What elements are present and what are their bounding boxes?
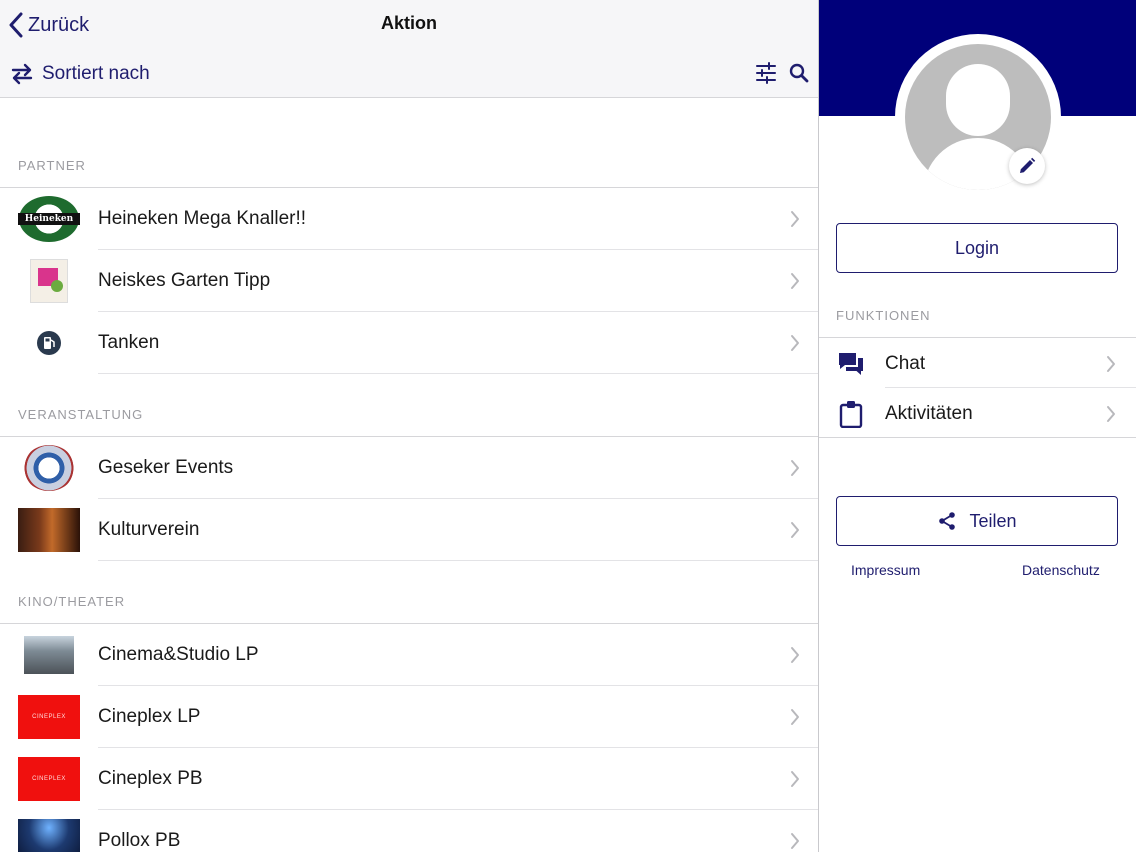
item-label: Cineplex LP — [98, 706, 201, 727]
clipboard-icon — [839, 401, 863, 428]
list-item[interactable]: CINEPLEX Cineplex PB — [0, 748, 818, 810]
chat-icon — [839, 353, 863, 375]
list-item[interactable]: Geseker Events — [0, 437, 818, 499]
list-pane: Zurück Aktion Sortiert nach PARTNER Hein… — [0, 0, 818, 852]
pencil-icon — [1020, 157, 1036, 173]
list-item[interactable]: Heineken Heineken Mega Knaller!! — [0, 188, 818, 250]
profile-sidebar: Login FUNKTIONEN Chat Aktivitäten Teilen… — [819, 0, 1136, 852]
privacy-link[interactable]: Datenschutz — [1022, 562, 1100, 578]
search-icon[interactable] — [787, 61, 811, 85]
section-header-partner: PARTNER — [18, 158, 86, 173]
share-button-label: Teilen — [969, 510, 1017, 531]
divider — [819, 437, 1136, 438]
fuel-pump-icon — [37, 331, 61, 355]
list-item[interactable]: Pollox PB — [0, 810, 818, 852]
sidebar-item-activities[interactable]: Aktivitäten — [819, 388, 1136, 438]
item-label: Kulturverein — [98, 519, 200, 540]
item-thumbnail — [18, 445, 80, 491]
row-separator — [98, 373, 818, 374]
item-label: Cinema&Studio LP — [98, 644, 259, 665]
item-thumbnail — [18, 258, 80, 304]
item-label: Neiskes Garten Tipp — [98, 270, 271, 291]
item-label: Cineplex PB — [98, 768, 203, 789]
item-thumbnail: CINEPLEX — [18, 756, 80, 802]
list-item[interactable]: Neiskes Garten Tipp — [0, 250, 818, 312]
sort-label: Sortiert nach — [42, 63, 150, 84]
item-thumbnail — [18, 818, 80, 852]
section-header-kino-theater: KINO/THEATER — [18, 594, 126, 609]
row-separator — [98, 560, 818, 561]
sidebar-item-label: Chat — [885, 353, 926, 374]
sliders-icon[interactable] — [754, 61, 778, 85]
chevron-right-icon — [1107, 356, 1115, 372]
chevron-right-icon — [791, 833, 799, 849]
section-header-veranstaltung: VERANSTALTUNG — [18, 407, 144, 422]
navigation-bar: Zurück Aktion Sortiert nach — [0, 0, 818, 98]
edit-avatar-button[interactable] — [1009, 148, 1045, 184]
chevron-right-icon — [791, 522, 799, 538]
sidebar-item-chat[interactable]: Chat — [819, 338, 1136, 388]
sort-button[interactable]: Sortiert nach — [10, 60, 150, 88]
app-window: Zurück Aktion Sortiert nach PARTNER Hein… — [0, 0, 1136, 852]
login-button-label: Login — [954, 237, 1000, 258]
chevron-right-icon — [791, 273, 799, 289]
sidebar-item-label: Aktivitäten — [885, 403, 973, 424]
thumbnail-brand-text: Heineken — [18, 213, 80, 225]
item-label: Geseker Events — [98, 457, 234, 478]
login-button[interactable]: Login — [836, 223, 1118, 273]
chevron-right-icon — [791, 211, 799, 227]
list-item[interactable]: Cinema&Studio LP — [0, 624, 818, 686]
share-button[interactable]: Teilen — [836, 496, 1118, 546]
chevron-right-icon — [791, 335, 799, 351]
chevron-right-icon — [791, 771, 799, 787]
chevron-right-icon — [1107, 406, 1115, 422]
swap-arrows-icon — [11, 63, 33, 85]
chevron-right-icon — [791, 709, 799, 725]
item-thumbnail — [18, 320, 80, 366]
thumbnail-brand-text: CINEPLEX — [32, 776, 66, 782]
item-label: Pollox PB — [98, 830, 181, 851]
item-thumbnail — [18, 507, 80, 553]
item-thumbnail — [18, 632, 80, 678]
list-item[interactable]: Kulturverein — [0, 499, 818, 561]
page-title: Aktion — [381, 13, 437, 33]
item-thumbnail: CINEPLEX — [18, 694, 80, 740]
thumbnail-brand-text: CINEPLEX — [32, 714, 66, 720]
list-item[interactable]: Tanken — [0, 312, 818, 374]
chevron-right-icon — [791, 647, 799, 663]
item-thumbnail: Heineken — [18, 196, 80, 242]
list-item[interactable]: CINEPLEX Cineplex LP — [0, 686, 818, 748]
item-label: Heineken Mega Knaller!! — [98, 208, 307, 229]
item-label: Tanken — [98, 332, 160, 353]
imprint-link[interactable]: Impressum — [851, 562, 920, 578]
functions-section-header: FUNKTIONEN — [836, 308, 931, 323]
share-icon — [939, 512, 956, 530]
chevron-right-icon — [791, 460, 799, 476]
